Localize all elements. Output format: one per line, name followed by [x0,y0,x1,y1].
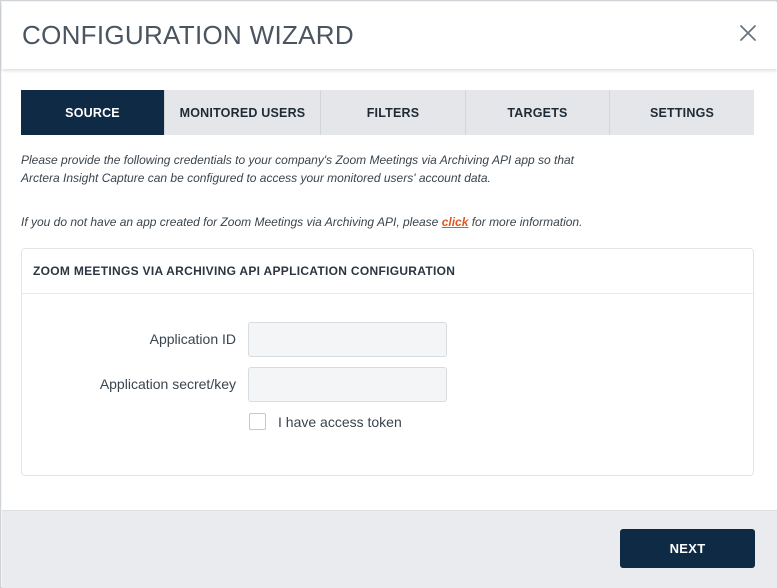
configuration-wizard-dialog: CONFIGURATION WIZARD SOURCE MONITORED US… [0,0,777,588]
tab-monitored-users[interactable]: MONITORED USERS [165,90,321,135]
access-token-label[interactable]: I have access token [278,414,402,430]
next-button[interactable]: NEXT [620,529,755,568]
intro-line-2: Arctera Insight Capture can be configure… [21,171,491,185]
help-link[interactable]: click [442,215,469,229]
intro-text: Please provide the following credentials… [21,151,574,187]
application-id-input[interactable] [248,322,447,357]
tab-targets[interactable]: TARGETS [466,90,610,135]
tab-settings[interactable]: SETTINGS [610,90,754,135]
close-icon-glyph [740,25,756,41]
app-config-panel: ZOOM MEETINGS VIA ARCHIVING API APPLICAT… [21,248,754,476]
help-prefix: If you do not have an app created for Zo… [21,215,442,229]
help-suffix: for more information. [468,215,583,229]
tab-source[interactable]: SOURCE [21,90,165,135]
dialog-footer: NEXT [2,510,777,588]
access-token-checkbox[interactable] [249,413,266,430]
wizard-tabs: SOURCE MONITORED USERS FILTERS TARGETS S… [21,90,754,135]
dialog-title: CONFIGURATION WIZARD [22,20,354,50]
help-text: If you do not have an app created for Zo… [21,213,582,231]
application-secret-label: Application secret/key [99,376,236,392]
application-secret-input[interactable] [248,367,447,402]
panel-heading: ZOOM MEETINGS VIA ARCHIVING API APPLICAT… [22,249,753,294]
intro-line-1: Please provide the following credentials… [21,153,575,167]
application-id-label: Application ID [149,331,236,347]
dialog-header: CONFIGURATION WIZARD [2,2,777,69]
dialog-body: SOURCE MONITORED USERS FILTERS TARGETS S… [2,69,777,510]
tab-filters[interactable]: FILTERS [321,90,466,135]
close-icon[interactable] [737,22,759,44]
